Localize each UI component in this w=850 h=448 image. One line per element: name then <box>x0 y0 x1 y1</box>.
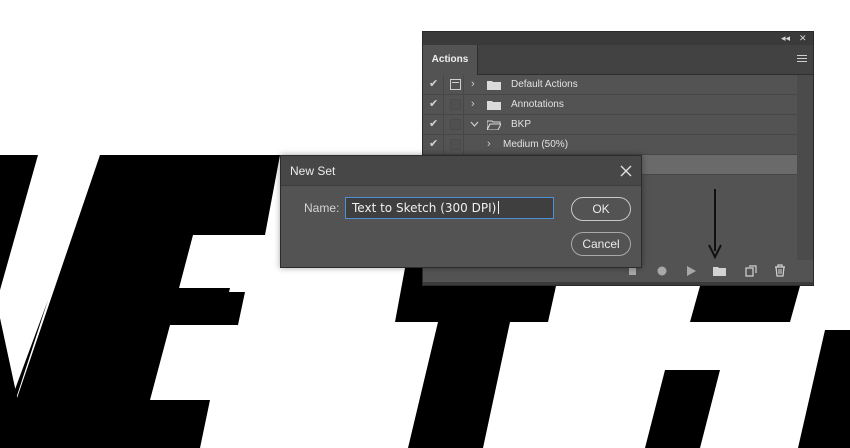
delete-icon[interactable] <box>774 264 786 277</box>
new-action-icon[interactable] <box>745 265 757 277</box>
arrow-down-annotation <box>708 189 722 260</box>
toggle-dialog-checkbox[interactable] <box>444 95 464 114</box>
checkmark-icon: ✔ <box>429 118 439 130</box>
dialog-toggle-icon <box>450 119 461 130</box>
toggle-dialog-checkbox[interactable] <box>444 75 464 94</box>
panel-scrollbar[interactable] <box>797 75 813 260</box>
checkmark-icon: ✔ <box>429 78 439 90</box>
dialog-titlebar[interactable]: New Set <box>281 156 641 186</box>
close-icon[interactable] <box>619 164 633 178</box>
toggle-item-checkbox[interactable]: ✔ <box>423 75 444 94</box>
artwork-letter-shape <box>30 155 280 448</box>
artwork-letter-shape <box>395 268 560 448</box>
checkmark-icon: ✔ <box>429 138 439 150</box>
cancel-button[interactable]: Cancel <box>571 232 631 256</box>
chevron-right-icon[interactable]: › <box>471 96 475 112</box>
action-set-label: Default Actions <box>511 79 578 90</box>
close-panel-icon[interactable]: ✕ <box>799 32 807 45</box>
name-label: Name: <box>304 201 340 215</box>
folder-icon <box>487 101 501 110</box>
action-row[interactable]: ✔ › Medium (50%) <box>423 135 797 155</box>
panel-titlebar: ◂◂ ✕ <box>423 32 813 45</box>
panel-tab-strip: Actions <box>423 45 813 75</box>
ok-button[interactable]: OK <box>571 197 631 221</box>
toggle-dialog-checkbox[interactable] <box>444 115 464 134</box>
tab-actions[interactable]: Actions <box>423 45 478 75</box>
toggle-item-checkbox[interactable]: ✔ <box>423 95 444 114</box>
text-caret <box>498 201 500 214</box>
collapse-panel-icon[interactable]: ◂◂ <box>781 32 790 45</box>
action-set-label: BKP <box>511 119 532 130</box>
dialog-toggle-icon <box>450 79 461 90</box>
panel-resize-handle[interactable] <box>423 282 813 285</box>
checkmark-icon: ✔ <box>429 98 439 110</box>
artwork-letter-shape <box>690 286 800 322</box>
name-input[interactable]: Text to Sketch (300 DPI) <box>345 197 554 219</box>
open-folder-icon <box>487 120 501 130</box>
toggle-item-checkbox[interactable]: ✔ <box>423 135 444 154</box>
new-set-folder-icon[interactable] <box>713 266 726 276</box>
action-label: Medium (50%) <box>503 139 569 150</box>
new-set-dialog: New Set Name: Text to Sketch (300 DPI) O… <box>280 155 642 268</box>
artwork-letter-shape <box>0 155 38 290</box>
record-icon[interactable] <box>657 266 667 276</box>
dialog-toggle-icon <box>450 99 461 110</box>
action-set-label: Annotations <box>511 99 564 110</box>
folder-icon <box>487 81 501 90</box>
artwork-letter-shape <box>645 370 720 448</box>
play-icon[interactable] <box>687 266 696 276</box>
stop-icon[interactable] <box>629 268 636 275</box>
dialog-toggle-icon <box>450 139 461 150</box>
toggle-dialog-checkbox[interactable] <box>444 135 464 154</box>
chevron-right-icon[interactable]: › <box>471 76 475 92</box>
name-input-value: Text to Sketch (300 DPI) <box>352 201 497 215</box>
action-set-row[interactable]: ✔ › Annotations <box>423 95 797 115</box>
panel-menu-icon[interactable] <box>797 55 807 63</box>
artwork-letter-shape <box>798 330 850 448</box>
chevron-right-icon[interactable]: › <box>487 136 491 152</box>
dialog-title: New Set <box>290 164 336 178</box>
chevron-down-icon[interactable] <box>470 121 479 128</box>
toggle-item-checkbox[interactable]: ✔ <box>423 115 444 134</box>
action-set-row[interactable]: ✔ BKP <box>423 115 797 135</box>
action-set-row[interactable]: ✔ › Default Actions <box>423 75 797 95</box>
